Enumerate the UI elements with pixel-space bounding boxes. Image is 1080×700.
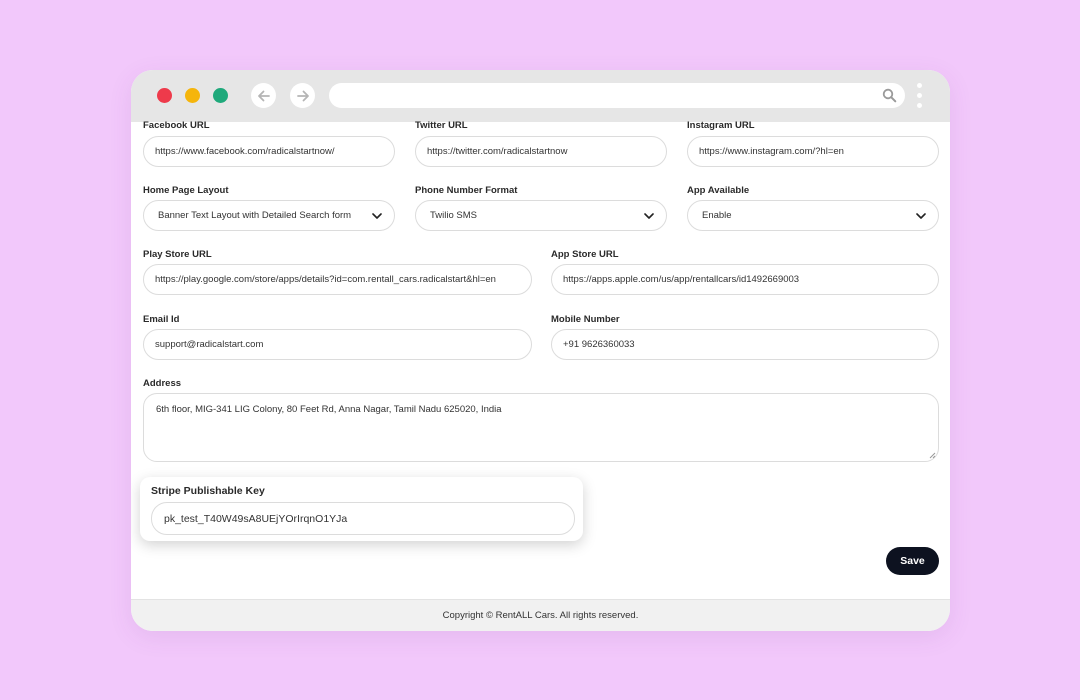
footer: Copyright © RentALL Cars. All rights res… (131, 599, 950, 631)
stripe-publishable-key-label: Stripe Publishable Key (151, 485, 265, 497)
mobile-number-label: Mobile Number (551, 314, 620, 325)
back-button[interactable] (251, 83, 276, 108)
address-textarea[interactable]: 6th floor, MIG-341 LIG Colony, 80 Feet R… (143, 393, 939, 462)
twitter-url-label: Twitter URL (415, 120, 468, 131)
address-value: 6th floor, MIG-341 LIG Colony, 80 Feet R… (156, 404, 502, 415)
phone-number-format-label: Phone Number Format (415, 185, 518, 196)
home-page-layout-label: Home Page Layout (143, 185, 229, 196)
save-button[interactable]: Save (886, 547, 939, 575)
app-available-label: App Available (687, 185, 750, 196)
facebook-url-input[interactable]: https://www.facebook.com/radicalstartnow… (143, 136, 395, 167)
home-page-layout-value: Banner Text Layout with Detailed Search … (158, 210, 352, 221)
kebab-menu-icon[interactable] (917, 83, 923, 109)
address-label: Address (143, 378, 182, 389)
maximize-window-button[interactable] (213, 88, 228, 103)
email-id-input[interactable]: support@radicalstart.com (143, 329, 532, 360)
phone-number-format-select[interactable]: Twilio SMS (415, 200, 667, 231)
address-bar[interactable] (329, 83, 905, 108)
copyright-text: Copyright © RentALL Cars. All rights res… (442, 610, 639, 621)
stripe-key-card: Stripe Publishable Key pk_test_T40W49sA8… (140, 477, 583, 541)
instagram-url-label: Instagram URL (687, 120, 755, 131)
resize-handle-icon[interactable] (928, 451, 936, 459)
phone-number-format-value: Twilio SMS (430, 210, 477, 221)
play-store-url-label: Play Store URL (143, 249, 212, 260)
email-id-label: Email Id (143, 314, 180, 325)
settings-form: Facebook URL https://www.facebook.com/ra… (131, 120, 950, 599)
chevron-down-icon (916, 213, 926, 219)
mobile-number-input[interactable]: +91 9626360033 (551, 329, 939, 360)
facebook-url-label: Facebook URL (143, 120, 210, 131)
app-store-url-input[interactable]: https://apps.apple.com/us/app/rentallcar… (551, 264, 939, 295)
arrow-right-icon (296, 90, 309, 101)
browser-window: Facebook URL https://www.facebook.com/ra… (131, 70, 950, 631)
play-store-url-input[interactable]: https://play.google.com/store/apps/detai… (143, 264, 532, 295)
home-page-layout-select[interactable]: Banner Text Layout with Detailed Search … (143, 200, 395, 231)
app-store-url-label: App Store URL (551, 249, 619, 260)
close-window-button[interactable] (157, 88, 172, 103)
arrow-left-icon (257, 90, 270, 101)
instagram-url-input[interactable]: https://www.instagram.com/?hl=en (687, 136, 939, 167)
minimize-window-button[interactable] (185, 88, 200, 103)
chevron-down-icon (372, 213, 382, 219)
app-available-select[interactable]: Enable (687, 200, 939, 231)
app-available-value: Enable (702, 210, 732, 221)
browser-toolbar (131, 70, 950, 122)
chevron-down-icon (644, 213, 654, 219)
search-icon[interactable] (882, 88, 897, 103)
stripe-publishable-key-input[interactable]: pk_test_T40W49sA8UEjYOrIrqnO1YJa (151, 502, 575, 535)
twitter-url-input[interactable]: https://twitter.com/radicalstartnow (415, 136, 667, 167)
forward-button[interactable] (290, 83, 315, 108)
